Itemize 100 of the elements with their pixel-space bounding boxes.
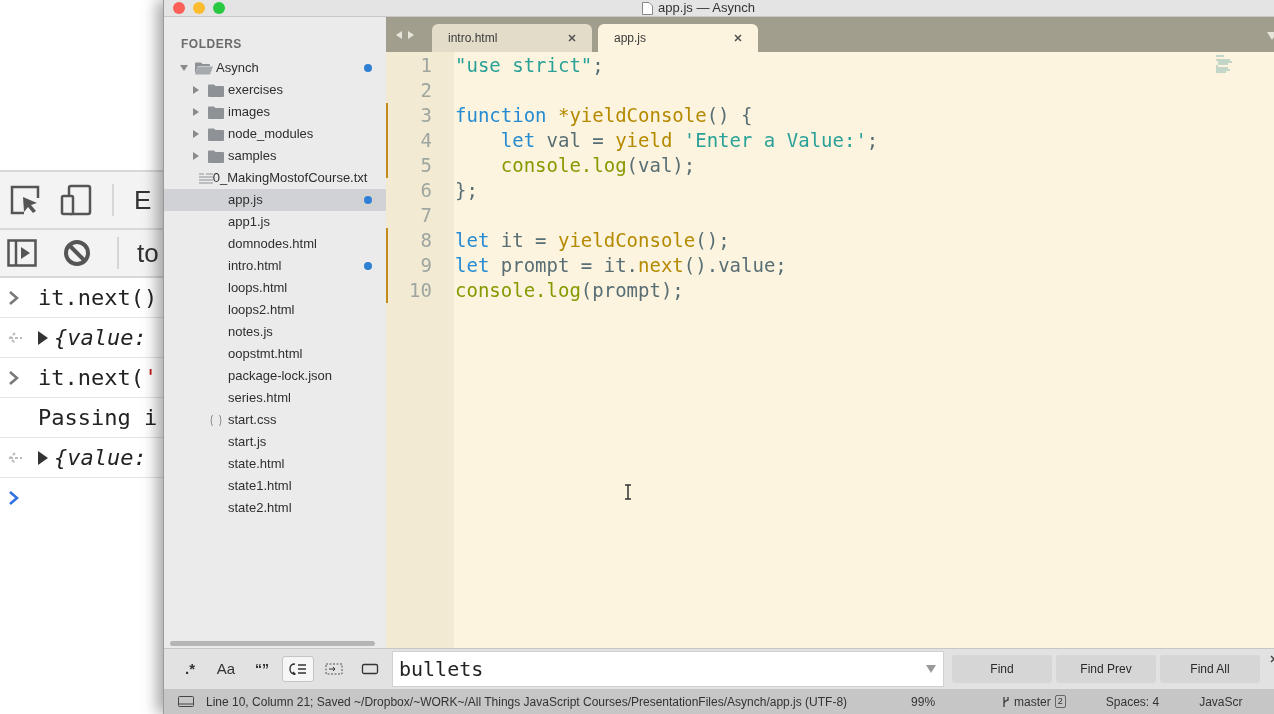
expand-triangle-icon[interactable]: [38, 330, 48, 345]
sidebar-item[interactable]: exercises: [164, 79, 386, 101]
selection-icon: [325, 663, 343, 675]
folder-icon: [208, 149, 224, 163]
sidebar-item[interactable]: loops.html: [164, 277, 386, 299]
folder-icon: [195, 61, 213, 75]
sidebar-item[interactable]: oopstmt.html: [164, 343, 386, 365]
close-tab-icon[interactable]: [734, 34, 742, 42]
line-number: 7: [419, 203, 432, 229]
tab-menu-icon[interactable]: [1267, 32, 1274, 40]
sidebar-item[interactable]: state1.html: [164, 475, 386, 497]
find-option-toggle[interactable]: [282, 656, 314, 682]
line-number: 6: [419, 178, 432, 204]
folder-icon: [208, 83, 224, 97]
console-text: {value:: [54, 444, 147, 472]
chevron-right-icon: [8, 369, 20, 386]
sidebar-item[interactable]: domnodes.html: [164, 233, 386, 255]
caret-right-icon[interactable]: [192, 130, 200, 138]
line-number: 3: [419, 103, 432, 129]
sidebar-item[interactable]: series.html: [164, 387, 386, 409]
sidebar-item[interactable]: app.js: [164, 189, 386, 211]
folder-icon: [208, 127, 224, 141]
editor-tab[interactable]: app.js: [598, 24, 758, 52]
sidebar-item[interactable]: Asynch: [164, 57, 386, 79]
code-line: function *yieldConsole() {: [455, 103, 753, 129]
line-number: 10: [408, 278, 432, 304]
find-option-toggle[interactable]: .*: [174, 656, 206, 682]
dropdown-icon[interactable]: [926, 665, 936, 673]
sidebar-heading: FOLDERS: [181, 37, 242, 51]
code-line: };: [455, 178, 478, 204]
text-cursor-icon: [624, 484, 632, 500]
panel-toggle-icon[interactable]: [178, 696, 194, 707]
search-field[interactable]: bullets: [392, 651, 944, 687]
expand-triangle-icon[interactable]: [38, 450, 48, 465]
device-icon[interactable]: [60, 184, 92, 216]
syntax-setting[interactable]: JavaScr: [1199, 692, 1243, 711]
find-button[interactable]: Find Prev: [1056, 655, 1156, 683]
sidebar-item[interactable]: node_modules: [164, 123, 386, 145]
inspect-icon[interactable]: [10, 185, 40, 215]
wrap-icon: [289, 663, 307, 675]
tab-nav-right-icon[interactable]: [408, 30, 414, 39]
scrollbar[interactable]: [170, 640, 375, 646]
console-text: {value:: [54, 324, 147, 352]
sidebar-toggle-icon[interactable]: [7, 239, 37, 267]
sidebar-item[interactable]: images: [164, 101, 386, 123]
window-title: app.js — Asynch: [658, 0, 755, 18]
sidebar-item[interactable]: state2.html: [164, 497, 386, 519]
chevron-right-icon: [8, 289, 20, 306]
code-line: console.log(prompt);: [455, 278, 684, 304]
braces-icon: [210, 414, 222, 426]
code-line: "use strict";: [455, 53, 604, 79]
find-button[interactable]: Find: [952, 655, 1052, 683]
find-button[interactable]: Find All: [1160, 655, 1260, 683]
console-text: it.next(': [38, 364, 158, 392]
caret-right-icon[interactable]: [192, 108, 200, 116]
context-selector[interactable]: to: [137, 233, 159, 273]
branch-icon: [1002, 695, 1011, 708]
document-icon: [642, 1, 654, 15]
code-line: let it = yieldConsole();: [455, 228, 730, 254]
line-number: 9: [419, 253, 432, 279]
editor-tab[interactable]: intro.html: [432, 24, 592, 52]
branch-name: master: [1014, 693, 1051, 711]
console-text: it.next(): [38, 284, 158, 312]
line-number: 1: [419, 53, 432, 79]
caret-right-icon[interactable]: [192, 152, 200, 160]
close-tab-icon[interactable]: [568, 34, 576, 42]
sidebar-item[interactable]: samples: [164, 145, 386, 167]
sidebar-item[interactable]: package-lock.json: [164, 365, 386, 387]
close-window-button[interactable]: [173, 2, 185, 14]
find-option-toggle[interactable]: Aa: [210, 656, 242, 682]
sidebar-item[interactable]: app1.js: [164, 211, 386, 233]
panel-tab[interactable]: E: [134, 180, 152, 220]
chevron-right-icon: [8, 490, 20, 506]
folder-icon: [208, 105, 224, 119]
caret-right-icon[interactable]: [192, 86, 200, 94]
line-number: 4: [419, 128, 432, 154]
tab-nav-left-icon[interactable]: [396, 30, 402, 39]
zoom-level: 99%: [911, 693, 936, 711]
changes-badge: 2: [1054, 695, 1066, 708]
caret-down-icon[interactable]: [180, 64, 188, 72]
code-line: let prompt = it.next().value;: [455, 253, 787, 279]
zoom-window-button[interactable]: [213, 2, 225, 14]
sidebar-item[interactable]: intro.html: [164, 255, 386, 277]
line-number: 2: [419, 78, 432, 104]
clear-icon[interactable]: [63, 239, 91, 267]
sidebar-item[interactable]: 0_MakingMostofCourse.txt: [164, 167, 386, 189]
indentation-setting[interactable]: Spaces: 4: [1105, 692, 1160, 711]
sidebar-item[interactable]: start.js: [164, 431, 386, 453]
sidebar-item[interactable]: start.css: [164, 409, 386, 431]
line-number: 8: [419, 228, 432, 254]
return-arrow-icon: [8, 331, 22, 344]
code-line: console.log(val);: [499, 153, 696, 179]
return-arrow-icon: [8, 451, 22, 464]
highlight-icon: [361, 663, 379, 675]
sidebar-item[interactable]: notes.js: [164, 321, 386, 343]
line-number: 5: [419, 153, 432, 179]
sidebar-item[interactable]: state.html: [164, 453, 386, 475]
code-line: let val = yield 'Enter a Value:';: [499, 128, 879, 154]
find-option-toggle[interactable]: “”: [246, 656, 278, 682]
sidebar-item[interactable]: loops2.html: [164, 299, 386, 321]
